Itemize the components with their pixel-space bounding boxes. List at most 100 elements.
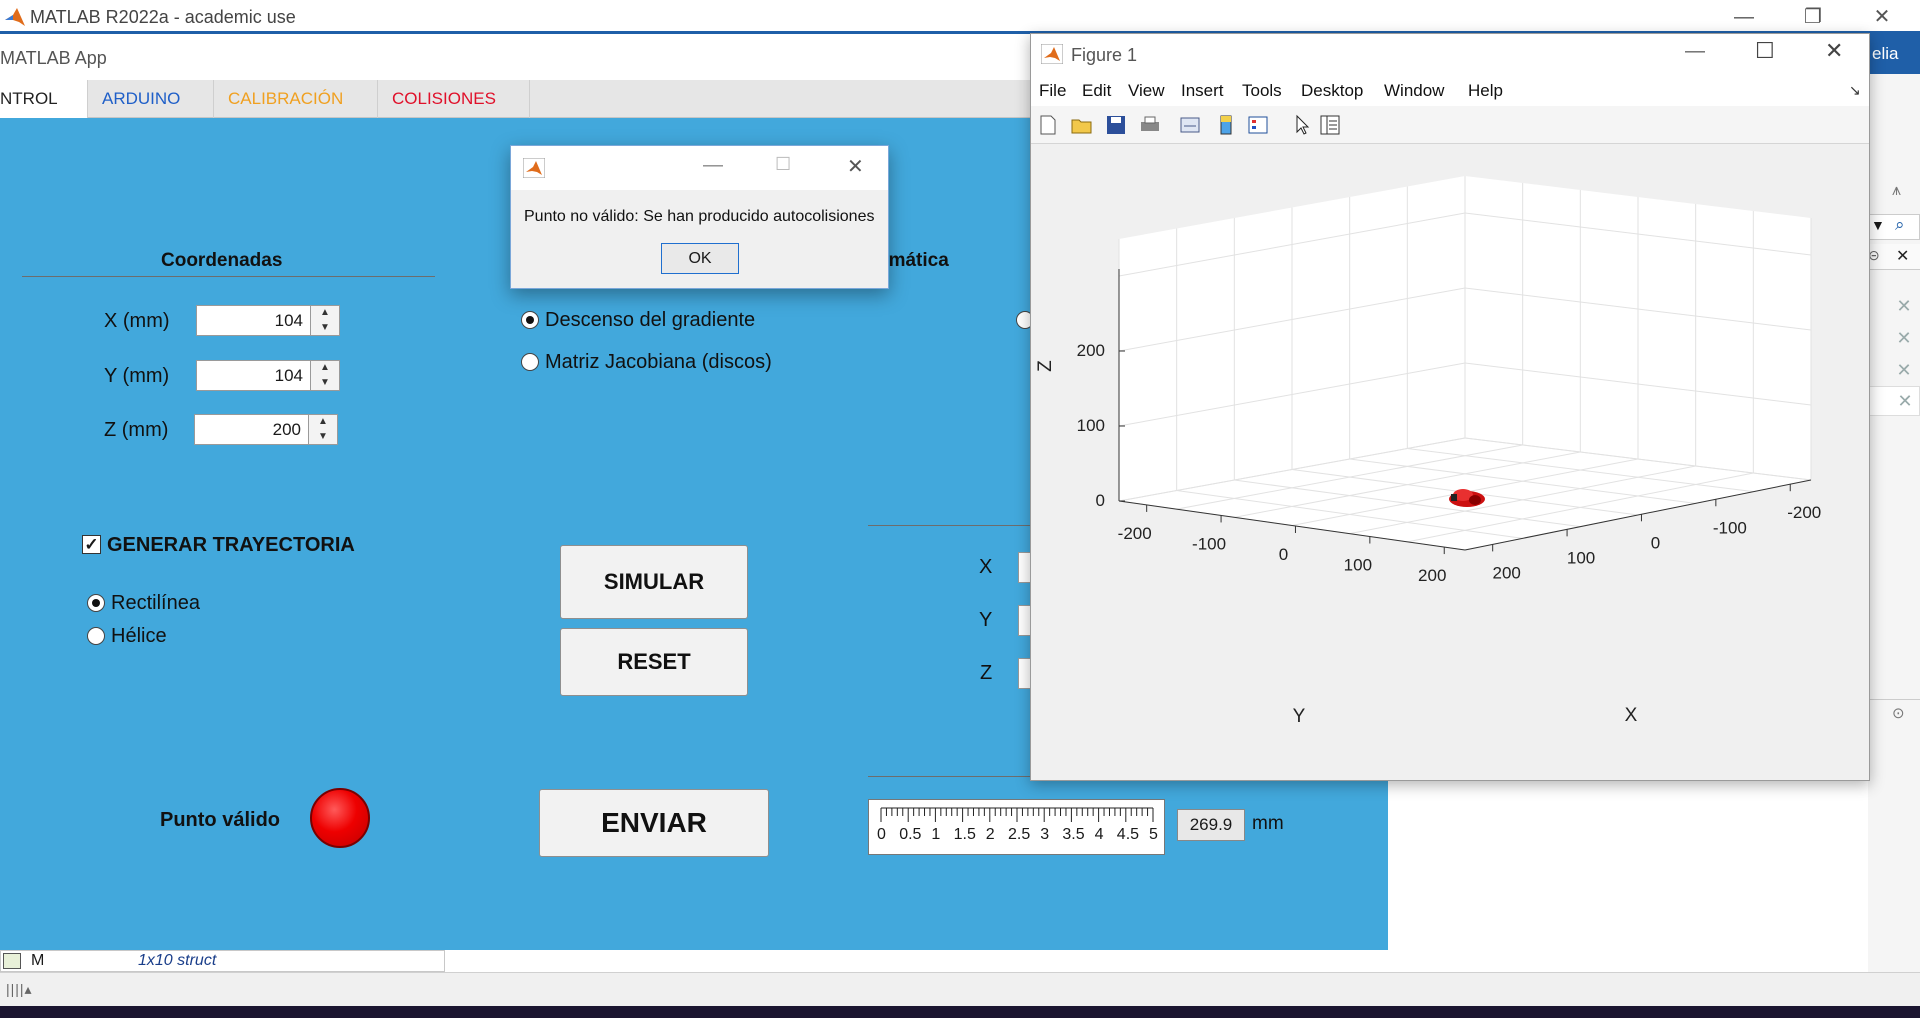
menu-tools[interactable]: Tools	[1242, 81, 1282, 101]
restore-button[interactable]: ❐	[1785, 0, 1841, 34]
radio-jacobian[interactable]	[521, 353, 539, 371]
new-figure-icon[interactable]	[1037, 114, 1059, 136]
property-inspector-icon[interactable]	[1319, 114, 1341, 136]
output-y-label: Y	[979, 609, 993, 631]
dialog-maximize-button: ☐	[775, 154, 792, 174]
spinner-down-icon[interactable]: ▼	[311, 376, 339, 390]
z-input[interactable]: 200	[194, 414, 310, 445]
slider-tick-label: 5	[1149, 826, 1158, 843]
tab-control[interactable]: NTROL	[0, 80, 88, 118]
close-icon[interactable]: ✕	[1896, 246, 1909, 266]
slider-tick-label: 3	[1040, 826, 1050, 843]
menu-view[interactable]: View	[1128, 81, 1165, 101]
slider-tick-label: 1	[931, 826, 941, 843]
menu-edit[interactable]: Edit	[1082, 81, 1111, 101]
menu-file[interactable]: File	[1039, 81, 1066, 101]
divider	[868, 525, 1038, 526]
close-button[interactable]: ✕	[1854, 0, 1910, 34]
slider-tick-label: 1.5	[953, 826, 976, 843]
y-tick-label: -200	[1118, 524, 1152, 543]
spinner-up-icon[interactable]: ▲	[309, 415, 337, 429]
punto-valido-lamp	[310, 788, 370, 848]
status-grip-icon[interactable]: ||||▴	[6, 981, 33, 998]
y-input[interactable]: 104	[196, 360, 312, 391]
x-tick-label: 200	[1492, 563, 1520, 582]
x-spinner[interactable]: ▲ ▼	[310, 305, 340, 336]
knob-slider[interactable]: 0 0.5 1 1.5 2 2.5 3 3.5 4 4.5 5	[868, 799, 1165, 855]
3d-axes[interactable]: 0 100 200 -200 -100 0 100 200 200 100 0 -100 -200 Z Y X	[1031, 144, 1869, 744]
colorbar-icon[interactable]	[1215, 114, 1237, 136]
close-icon[interactable]: ✕	[1894, 296, 1914, 316]
radio-rectilinea-label: Rectilínea	[111, 592, 200, 614]
radio-helice-label: Hélice	[111, 625, 167, 647]
figure-close-button[interactable]: ✕	[1825, 38, 1843, 64]
search-icon[interactable]: ⌕	[1895, 215, 1905, 235]
list-item[interactable]: ✕	[1868, 386, 1920, 416]
tab-label: COLISIONES	[392, 89, 496, 108]
spinner-down-icon[interactable]: ▼	[311, 321, 339, 335]
enviar-button[interactable]: ENVIAR	[539, 789, 769, 857]
slider-value-display: 269.9	[1177, 809, 1245, 841]
pointer-icon[interactable]	[1291, 114, 1313, 136]
reset-button[interactable]: RESET	[560, 628, 748, 696]
tab-colisiones[interactable]: COLISIONES	[378, 80, 530, 118]
spinner-up-icon[interactable]: ▲	[311, 361, 339, 375]
x-tick-label: -100	[1713, 518, 1747, 537]
z-label: Z (mm)	[104, 419, 169, 441]
slider-ticks-icon	[880, 807, 1154, 822]
print-icon[interactable]	[1139, 114, 1161, 136]
output-x-label: X	[979, 556, 993, 578]
expand-icon[interactable]: ⊙	[1892, 704, 1912, 724]
minimize-button[interactable]: —	[1716, 0, 1772, 34]
dialog-minimize-button[interactable]: —	[703, 154, 723, 177]
y-tick-label: 200	[1418, 566, 1446, 585]
spinner-down-icon[interactable]: ▼	[309, 430, 337, 444]
figure-menubar: File Edit View Insert Tools Desktop Wind…	[1031, 76, 1869, 106]
search-field[interactable]: ▼ ⌕	[1868, 214, 1920, 240]
figure-titlebar: Figure 1 — ☐ ✕	[1031, 34, 1869, 76]
save-icon[interactable]	[1105, 114, 1127, 136]
dock-arrow-icon[interactable]: ↘	[1849, 82, 1861, 99]
main-window-titlebar: MATLAB R2022a - academic use — ❐ ✕	[0, 0, 1920, 34]
workspace-row[interactable]: M 1x10 struct	[0, 950, 445, 972]
radio-helice[interactable]	[87, 627, 105, 645]
x-input[interactable]: 104	[196, 305, 312, 336]
open-icon[interactable]	[1071, 114, 1093, 136]
tab-arduino[interactable]: ARDUINO	[88, 80, 214, 118]
close-icon[interactable]: ✕	[1895, 391, 1915, 411]
simular-button[interactable]: SIMULAR	[560, 545, 748, 619]
link-plot-icon[interactable]	[1179, 114, 1201, 136]
user-menu[interactable]: elia	[1868, 34, 1920, 74]
z-axis-label: Z	[1035, 360, 1056, 372]
figure-minimize-button[interactable]: —	[1685, 40, 1705, 63]
radio-rectilinea[interactable]	[87, 594, 105, 612]
tab-label: NTROL	[0, 89, 58, 108]
z-spinner[interactable]: ▲ ▼	[308, 414, 338, 445]
tab-calibracion[interactable]: CALIBRACIÓN	[214, 80, 378, 118]
dropdown-arrow-icon[interactable]: ▼	[1871, 217, 1885, 233]
figure-maximize-button[interactable]: ☐	[1755, 38, 1775, 64]
spinner-up-icon[interactable]: ▲	[311, 306, 339, 320]
menu-desktop[interactable]: Desktop	[1301, 81, 1363, 101]
slider-tick-label: 3.5	[1062, 826, 1085, 843]
legend-icon[interactable]	[1247, 114, 1269, 136]
coordenadas-header: Coordenadas	[161, 250, 283, 271]
figure-window: Figure 1 — ☐ ✕ File Edit View Insert Too…	[1030, 33, 1870, 781]
menu-help[interactable]: Help	[1468, 81, 1503, 101]
collapse-icon[interactable]: ⩚	[1892, 182, 1916, 206]
menu-insert[interactable]: Insert	[1181, 81, 1224, 101]
dialog-ok-button[interactable]: OK	[661, 243, 739, 274]
slider-tick-label: 4	[1094, 826, 1104, 843]
error-dialog: — ☐ ✕ Punto no válido: Se han producido …	[510, 145, 889, 289]
slider-unit: mm	[1252, 813, 1284, 834]
close-icon[interactable]: ✕	[1894, 328, 1914, 348]
radio-gradient[interactable]	[521, 311, 539, 329]
menu-window[interactable]: Window	[1384, 81, 1444, 101]
dialog-message: Punto no válido: Se han producido autoco…	[524, 208, 875, 225]
dialog-close-button[interactable]: ✕	[847, 154, 864, 179]
close-icon[interactable]: ✕	[1894, 360, 1914, 380]
punto-valido-label: Punto válido	[160, 809, 280, 831]
y-spinner[interactable]: ▲ ▼	[310, 360, 340, 391]
y-tick-label: 0	[1279, 545, 1288, 564]
generate-trajectory-checkbox[interactable]: ✓	[82, 535, 101, 554]
